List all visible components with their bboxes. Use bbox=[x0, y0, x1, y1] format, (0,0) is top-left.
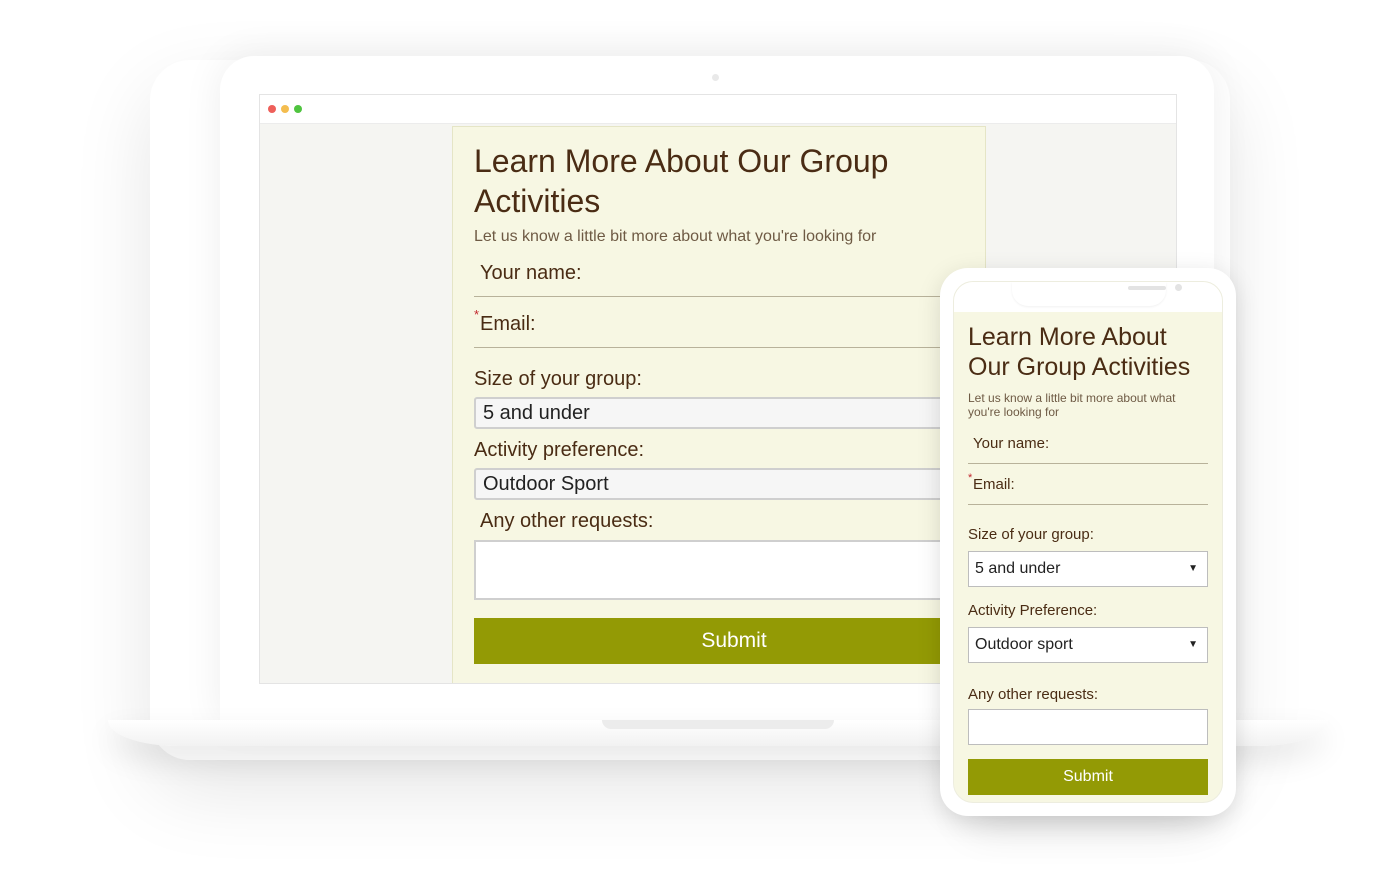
mobile-email-field[interactable]: * Email: bbox=[968, 472, 1208, 505]
laptop-notch bbox=[602, 720, 834, 729]
mobile-activity-label: Activity Preference: bbox=[968, 602, 1098, 619]
mobile-group-size-select[interactable]: 5 and under ▼ bbox=[968, 551, 1208, 587]
mobile-form-title: Learn More About Our Group Activities bbox=[968, 323, 1191, 381]
chevron-down-icon: ▼ bbox=[1188, 639, 1198, 650]
requests-textarea[interactable] bbox=[474, 540, 994, 600]
submit-button[interactable]: Submit bbox=[474, 618, 994, 664]
laptop-camera bbox=[712, 74, 719, 81]
mobile-group-size-label: Size of your group: bbox=[968, 526, 1094, 543]
mobile-group-size-value: 5 and under bbox=[975, 560, 1061, 577]
name-field-label: Your name: bbox=[480, 262, 582, 284]
device-mockup-stage: Learn More About Our Group Activities Le… bbox=[0, 0, 1376, 888]
close-window-icon[interactable] bbox=[268, 105, 276, 113]
mobile-submit-button[interactable]: Submit bbox=[968, 759, 1208, 795]
phone-frame: Learn More About Our Group Activities Le… bbox=[940, 268, 1236, 816]
maximize-window-icon[interactable] bbox=[294, 105, 302, 113]
mobile-activity-select[interactable]: Outdoor sport ▼ bbox=[968, 627, 1208, 663]
phone-camera bbox=[1175, 284, 1182, 291]
group-size-select[interactable]: 5 and under bbox=[474, 397, 994, 429]
required-marker: * bbox=[474, 307, 480, 322]
mobile-activity-value: Outdoor sport bbox=[975, 636, 1073, 653]
name-field[interactable]: Your name: bbox=[474, 260, 964, 297]
mobile-name-label: Your name: bbox=[973, 435, 1050, 452]
email-field[interactable]: * Email: bbox=[474, 307, 964, 348]
minimize-window-icon[interactable] bbox=[281, 105, 289, 113]
mobile-name-field[interactable]: Your name: bbox=[968, 433, 1208, 464]
form-title: Learn More About Our Group Activities bbox=[474, 143, 889, 219]
mobile-form-subtitle: Let us know a little bit more about what… bbox=[968, 391, 1176, 419]
mobile-requests-textarea[interactable] bbox=[968, 709, 1208, 745]
phone-notch bbox=[1012, 282, 1182, 306]
mobile-email-label: Email: bbox=[973, 476, 1015, 493]
mobile-requests-label: Any other requests: bbox=[968, 686, 1099, 703]
mobile-required-marker: * bbox=[968, 472, 973, 484]
phone-screen: Learn More About Our Group Activities Le… bbox=[953, 281, 1223, 803]
activity-label: Activity preference: bbox=[474, 439, 645, 461]
group-size-label: Size of your group: bbox=[474, 368, 642, 390]
desktop-form: Learn More About Our Group Activities Le… bbox=[452, 126, 994, 683]
mobile-form: Learn More About Our Group Activities Le… bbox=[968, 322, 1208, 795]
form-subtitle: Let us know a little bit more about what… bbox=[474, 228, 877, 245]
phone-speaker bbox=[1128, 286, 1166, 290]
requests-label: Any other requests: bbox=[480, 510, 654, 532]
chevron-down-icon: ▼ bbox=[1188, 563, 1198, 574]
email-field-label: Email: bbox=[480, 313, 536, 335]
activity-select[interactable]: Outdoor Sport bbox=[474, 468, 994, 500]
browser-bar bbox=[260, 95, 1176, 124]
